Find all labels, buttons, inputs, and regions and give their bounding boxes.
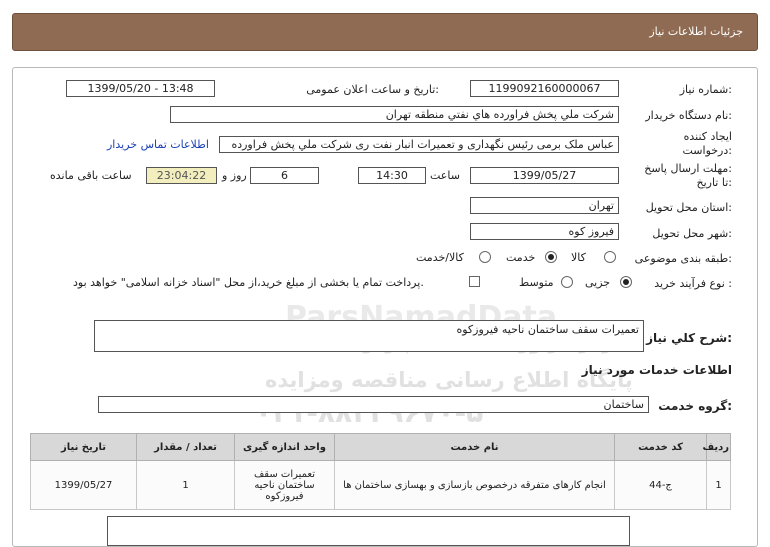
deadline-date-field: 1399/05/27: [470, 167, 619, 184]
col-header-date: تاریخ نیاز: [30, 433, 137, 461]
days-label: روز و: [222, 169, 247, 182]
creator-label-line1: ایجاد کننده: [683, 130, 732, 143]
description-box: [107, 516, 630, 546]
service-group-label: گروه خدمت:: [658, 399, 732, 413]
page-title: جزئیات اطلاعات نیاز: [649, 25, 743, 38]
announce-label: تاریخ و ساعت اعلان عمومی:: [306, 83, 439, 96]
category-label: طبقه بندی موضوعی:: [634, 252, 732, 265]
col-header-unit: واحد اندازه گیری: [234, 433, 335, 461]
need-number-label: شماره نیاز:: [679, 83, 732, 96]
summary-label: شرح کلي نياز:: [646, 331, 732, 345]
category-radio-service[interactable]: [545, 251, 557, 263]
creator-field: عباس ملک برمی رئیس نگهداری و تعمیرات انب…: [219, 136, 619, 153]
cell-date: 1399/05/27: [30, 460, 137, 510]
services-table: ردیف کد خدمت نام خدمت واحد اندازه گیری ت…: [30, 433, 731, 510]
remaining-time-label: ساعت باقی مانده: [50, 169, 132, 182]
buyer-label: نام دستگاه خریدار:: [645, 109, 732, 122]
col-header-name: نام خدمت: [334, 433, 615, 461]
need-number-field: 1199092160000067: [470, 80, 619, 97]
treasury-payment-checkbox[interactable]: [469, 276, 480, 287]
category-option-goods-service: کالا/خدمت: [416, 251, 464, 264]
summary-field: تعمیرات سقف ساختمان ناحیه فیروزکوه: [94, 320, 644, 352]
process-option-minor: جزیی: [585, 276, 611, 289]
cell-row: 1: [706, 460, 731, 510]
cell-qty: 1: [136, 460, 235, 510]
cell-code: ج-44: [614, 460, 707, 510]
category-option-service: خدمت: [506, 251, 536, 264]
table-header-row: ردیف کد خدمت نام خدمت واحد اندازه گیری ت…: [30, 433, 731, 461]
category-radio-goods[interactable]: [604, 251, 616, 263]
buyer-field: شرکت ملي پخش فراورده هاي نفتي منطقه تهرا…: [170, 106, 619, 123]
service-group-field: ساختمان: [98, 396, 649, 413]
cell-name: انجام کارهای متفرقه درخصوص بازسازی و بهس…: [334, 460, 615, 510]
deadline-time-label: ساعت: [430, 169, 460, 182]
col-header-qty: تعداد / مقدار: [136, 433, 235, 461]
province-field: تهران: [470, 197, 619, 214]
category-radio-goods-service[interactable]: [479, 251, 491, 263]
summary-text: تعمیرات سقف ساختمان ناحیه فیروزکوه: [456, 323, 639, 336]
deadline-label-line2: تا تاریخ:: [696, 176, 732, 189]
announce-field: 1399/05/20 - 13:48: [66, 80, 215, 97]
city-field: فیروز کوه: [470, 223, 619, 240]
buyer-contact-link[interactable]: اطلاعات تماس خریدار: [107, 138, 209, 151]
category-option-goods: کالا: [571, 251, 586, 264]
process-label: نوع فرآیند خرید :: [654, 277, 732, 290]
deadline-time-field: 14:30: [358, 167, 426, 184]
cell-unit: تعمیرات سقف ساختمان ناحیه فیروزکوه: [234, 460, 335, 510]
process-radio-minor[interactable]: [620, 276, 632, 288]
city-label: شهر محل تحویل:: [652, 227, 732, 240]
days-remaining-field: 6: [250, 167, 319, 184]
creator-label-line2: درخواست:: [682, 144, 733, 157]
process-option-medium: متوسط: [519, 276, 554, 289]
services-section-title: اطلاعات خدمات مورد نیاز: [581, 363, 732, 377]
province-label: استان محل تحویل:: [645, 201, 732, 214]
col-header-row: ردیف: [702, 433, 731, 461]
table-row: 1 ج-44 انجام کارهای متفرقه درخصوص بازساز…: [30, 460, 731, 510]
col-header-code: کد خدمت: [614, 433, 707, 461]
process-radio-medium[interactable]: [561, 276, 573, 288]
treasury-payment-text: پرداخت تمام یا بخشی از مبلغ خرید،از محل …: [73, 276, 424, 289]
page-header: جزئیات اطلاعات نیاز: [12, 13, 758, 51]
deadline-label-line1: مهلت ارسال پاسخ:: [644, 162, 732, 175]
remaining-time-field: 23:04:22: [146, 167, 217, 184]
